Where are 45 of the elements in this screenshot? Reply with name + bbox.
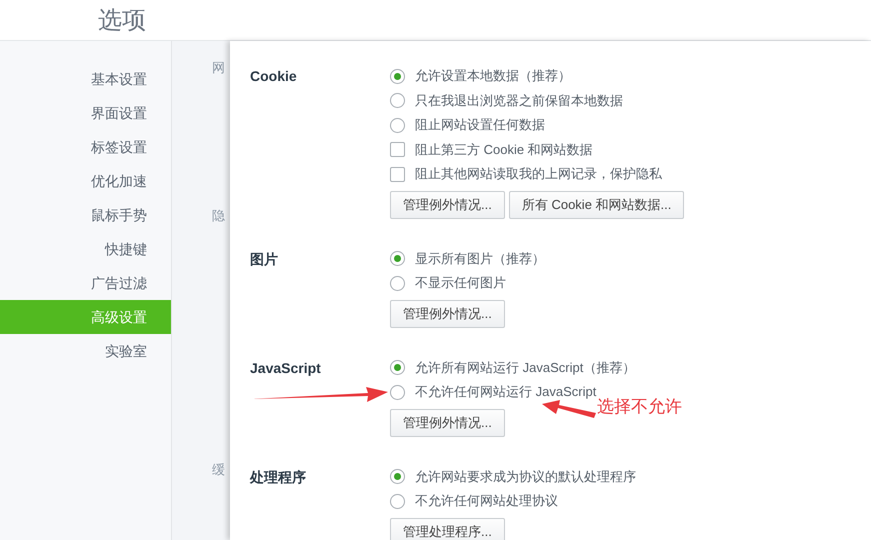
checkbox[interactable] bbox=[390, 166, 405, 182]
option-label: 阻止网站设置任何数据 bbox=[415, 116, 545, 134]
window-title: 选项 bbox=[98, 6, 146, 36]
section-title: 处理程序 bbox=[250, 468, 307, 486]
sidebar-item[interactable]: 广告过滤 bbox=[0, 266, 171, 300]
annotation-arrow bbox=[542, 400, 596, 418]
option-label: 允许设置本地数据（推荐） bbox=[415, 67, 571, 86]
annotation-text: 选择不允许 bbox=[597, 396, 682, 418]
option-label: 只在我退出浏览器之前保留本地数据 bbox=[415, 92, 623, 110]
manage-button[interactable]: 管理例外情况... bbox=[390, 190, 505, 218]
section-title: 图片 bbox=[250, 250, 279, 268]
radio-button[interactable] bbox=[390, 494, 405, 509]
manage-button[interactable]: 管理例外情况... bbox=[390, 300, 505, 328]
option-label: 阻止第三方 Cookie 和网站数据 bbox=[415, 140, 593, 159]
sidebar-item[interactable]: 实验室 bbox=[0, 334, 171, 368]
option-label: 不允许任何网站处理协议 bbox=[415, 492, 558, 510]
section-title: Cookie bbox=[250, 67, 298, 86]
radio-button[interactable] bbox=[390, 251, 405, 266]
radio-button[interactable] bbox=[390, 68, 405, 84]
option-label: 显示所有图片（推荐） bbox=[415, 250, 545, 268]
option-label: 阻止其他网站读取我的上网记录，保护隐私 bbox=[415, 165, 662, 184]
sidebar-item[interactable]: 标签设置 bbox=[0, 130, 171, 164]
radio-button[interactable] bbox=[390, 118, 405, 133]
sidebar-item[interactable]: 快捷键 bbox=[0, 232, 171, 266]
radio-button[interactable] bbox=[390, 469, 405, 484]
section-title: JavaScript bbox=[250, 358, 322, 378]
sidebar-item[interactable]: 界面设置 bbox=[0, 96, 171, 130]
section-label: 网 bbox=[212, 59, 225, 77]
radio-button[interactable] bbox=[390, 360, 405, 376]
option-label: 允许所有网站运行 JavaScript（推荐） bbox=[415, 358, 636, 377]
sidebar-item[interactable]: 鼠标手势 bbox=[0, 198, 171, 232]
radio-button[interactable] bbox=[390, 276, 405, 291]
section-label: 隐 bbox=[212, 207, 225, 225]
checkbox[interactable] bbox=[390, 142, 405, 158]
manage-button[interactable]: 管理例外情况... bbox=[390, 408, 505, 436]
radio-button[interactable] bbox=[390, 93, 405, 108]
option-label: 允许网站要求成为协议的默认处理程序 bbox=[415, 468, 636, 486]
section-label: 缓 bbox=[212, 461, 225, 479]
sidebar-item[interactable]: 优化加速 bbox=[0, 164, 171, 198]
sidebar-item[interactable]: 基本设置 bbox=[0, 62, 171, 96]
option-label: 不显示任何图片 bbox=[415, 274, 506, 292]
option-label: 不允许任何网站运行 JavaScript bbox=[415, 383, 596, 402]
manage-button[interactable]: 所有 Cookie 和网站数据... bbox=[508, 190, 684, 218]
manage-button[interactable]: 管理处理程序... bbox=[390, 518, 505, 540]
radio-button[interactable] bbox=[390, 384, 405, 400]
